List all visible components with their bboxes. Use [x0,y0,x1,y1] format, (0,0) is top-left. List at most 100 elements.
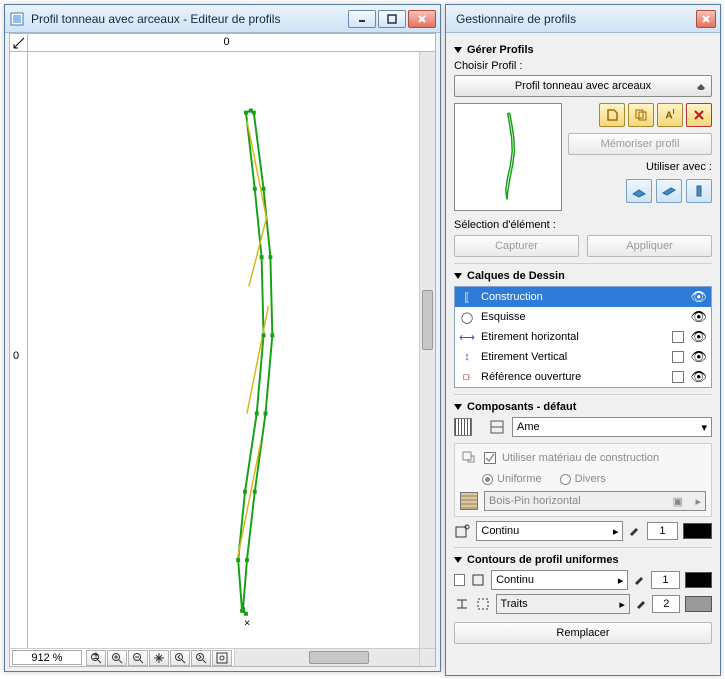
material-link-icon [460,449,478,467]
inner-contour-toggle-icon[interactable] [454,595,470,613]
manager-titlebar[interactable]: Gestionnaire de profils [446,5,720,33]
material-selector[interactable]: Bois-Pin horizontal▣▸ [484,491,706,511]
ruler-v-mark: 0 [13,350,19,362]
section-uniform-contours[interactable]: Contours de profil uniformes [454,554,712,566]
element-selection-label: Sélection d'élément : [454,219,712,231]
inner-pen-color[interactable] [685,596,712,612]
zoom-out-icon[interactable] [128,650,148,666]
section-drawing-layers[interactable]: Calques de Dessin [454,270,712,282]
layer-type-icon: ◯ [459,311,475,324]
layer-list[interactable]: ⟦ Construction 👁 ◯ Esquisse 👁 ⟷ Etirement horiz… [454,286,712,388]
store-profile-button[interactable]: Mémoriser profil [568,133,712,155]
layer-type-icon: ⟦ [459,291,475,304]
ruler-origin-icon[interactable] [10,34,28,52]
new-profile-button[interactable] [599,103,625,127]
layer-name: Etirement Vertical [481,351,666,363]
zoom-fit-icon[interactable]: ± [86,650,106,666]
replace-button[interactable]: Remplacer [454,622,712,644]
section-manage-profiles[interactable]: Gérer Profils [454,44,712,56]
rename-profile-button[interactable]: AI [657,103,683,127]
manager-close-button[interactable] [696,10,716,28]
vertical-ruler[interactable]: 0 [10,52,28,648]
outer-pen-number[interactable]: 1 [651,571,680,589]
zoom-prev-icon[interactable] [170,650,190,666]
material-divers-radio[interactable] [560,474,571,485]
layer-lock-checkbox[interactable] [672,371,684,383]
material-uniform-radio[interactable] [482,474,493,485]
layer-row[interactable]: ⟷ Etirement horizontal 👁 [455,327,711,347]
layer-row[interactable]: ↕Etirement Vertical👁 [455,347,711,367]
vertical-scrollbar[interactable] [419,52,435,648]
layer-name: Construction [481,291,666,303]
zoom-in-icon[interactable] [107,650,127,666]
layer-lock-checkbox[interactable] [672,331,684,343]
inner-pen-number[interactable]: 2 [652,595,680,613]
svg-text:±: ± [93,652,99,662]
duplicate-profile-button[interactable] [628,103,654,127]
profile-curve: × [28,52,419,648]
profile-preview [454,103,562,211]
zoom-extents-icon[interactable] [212,650,232,666]
use-with-label: Utiliser avec : [568,161,712,173]
pan-icon[interactable] [149,650,169,666]
component-hatch-icon[interactable] [454,418,472,436]
cut-line-icon [454,522,471,540]
layer-visibility-icon[interactable]: 👁 [690,329,707,345]
drawing-canvas[interactable]: × [28,52,419,648]
layer-row[interactable]: ⟥Référence ouverture👁 [455,367,711,387]
manager-body: Gérer Profils Choisir Profil : Profil to… [448,33,718,650]
minimize-button[interactable] [348,10,376,28]
app-icon [9,11,25,27]
outer-contour-checkbox[interactable] [454,574,465,586]
pen-icon [628,524,642,538]
layer-visibility-icon[interactable]: 👁 [690,309,707,325]
use-construction-material-label: Utiliser matériau de construction [502,452,659,464]
profile-manager-window: Gestionnaire de profils Gérer Profils Ch… [445,4,721,676]
outer-contour-icon [470,571,486,589]
inner-linetype-selector[interactable]: Traits▸ [496,594,630,614]
cut-pen-color[interactable] [683,523,712,539]
editor-title: Profil tonneau avec arceaux - Editeur de… [31,12,348,26]
outer-pen-color[interactable] [685,572,712,588]
layer-name: Référence ouverture [481,371,666,383]
layer-row[interactable]: ⟦ Construction 👁 [455,287,711,307]
layer-row[interactable]: ◯ Esquisse 👁 [455,307,711,327]
layer-visibility-icon[interactable]: 👁 [690,289,707,305]
layer-name: Etirement horizontal [481,331,666,343]
editor-titlebar[interactable]: Profil tonneau avec arceaux - Editeur de… [5,5,440,33]
material-group: Utiliser matériau de construction Unifor… [454,443,712,517]
use-with-beam-button[interactable] [656,179,682,203]
pen-icon [635,597,647,611]
profile-editor-window: Profil tonneau avec arceaux - Editeur de… [4,4,441,672]
layer-lock-checkbox[interactable] [672,351,684,363]
horizontal-scrollbar[interactable] [234,649,419,666]
capture-button[interactable]: Capturer [454,235,579,257]
layer-visibility-icon[interactable]: 👁 [690,349,707,365]
cut-pen-number[interactable]: 1 [647,522,678,540]
outer-linetype-selector[interactable]: Continu▸ [491,570,628,590]
layer-name: Esquisse [481,311,666,323]
component-selector[interactable]: Ame▾ [512,417,712,437]
apply-button[interactable]: Appliquer [587,235,712,257]
material-swatch-icon [460,492,478,510]
layer-visibility-icon[interactable]: 👁 [690,369,707,385]
use-with-column-button[interactable] [686,179,712,203]
close-button[interactable] [408,10,436,28]
use-construction-material-checkbox[interactable] [484,452,496,464]
layer-type-icon: ⟷ [459,331,475,344]
resize-grip-icon[interactable] [419,649,435,666]
manager-title: Gestionnaire de profils [450,12,696,26]
editor-client: 0 0 × 912 % ± [9,33,436,667]
component-type-icon [488,418,506,436]
zoom-next-icon[interactable] [191,650,211,666]
profile-selector[interactable]: Profil tonneau avec arceaux [454,75,712,97]
delete-profile-button[interactable] [686,103,712,127]
horizontal-ruler[interactable]: 0 [28,34,419,52]
svg-text:×: × [244,618,250,630]
zoom-readout[interactable]: 912 % [12,650,82,665]
section-components[interactable]: Composants - défaut [454,401,712,413]
choose-profile-label: Choisir Profil : [454,60,712,72]
use-with-wall-button[interactable] [626,179,652,203]
cut-linetype-selector[interactable]: Continu▸ [476,521,623,541]
maximize-button[interactable] [378,10,406,28]
